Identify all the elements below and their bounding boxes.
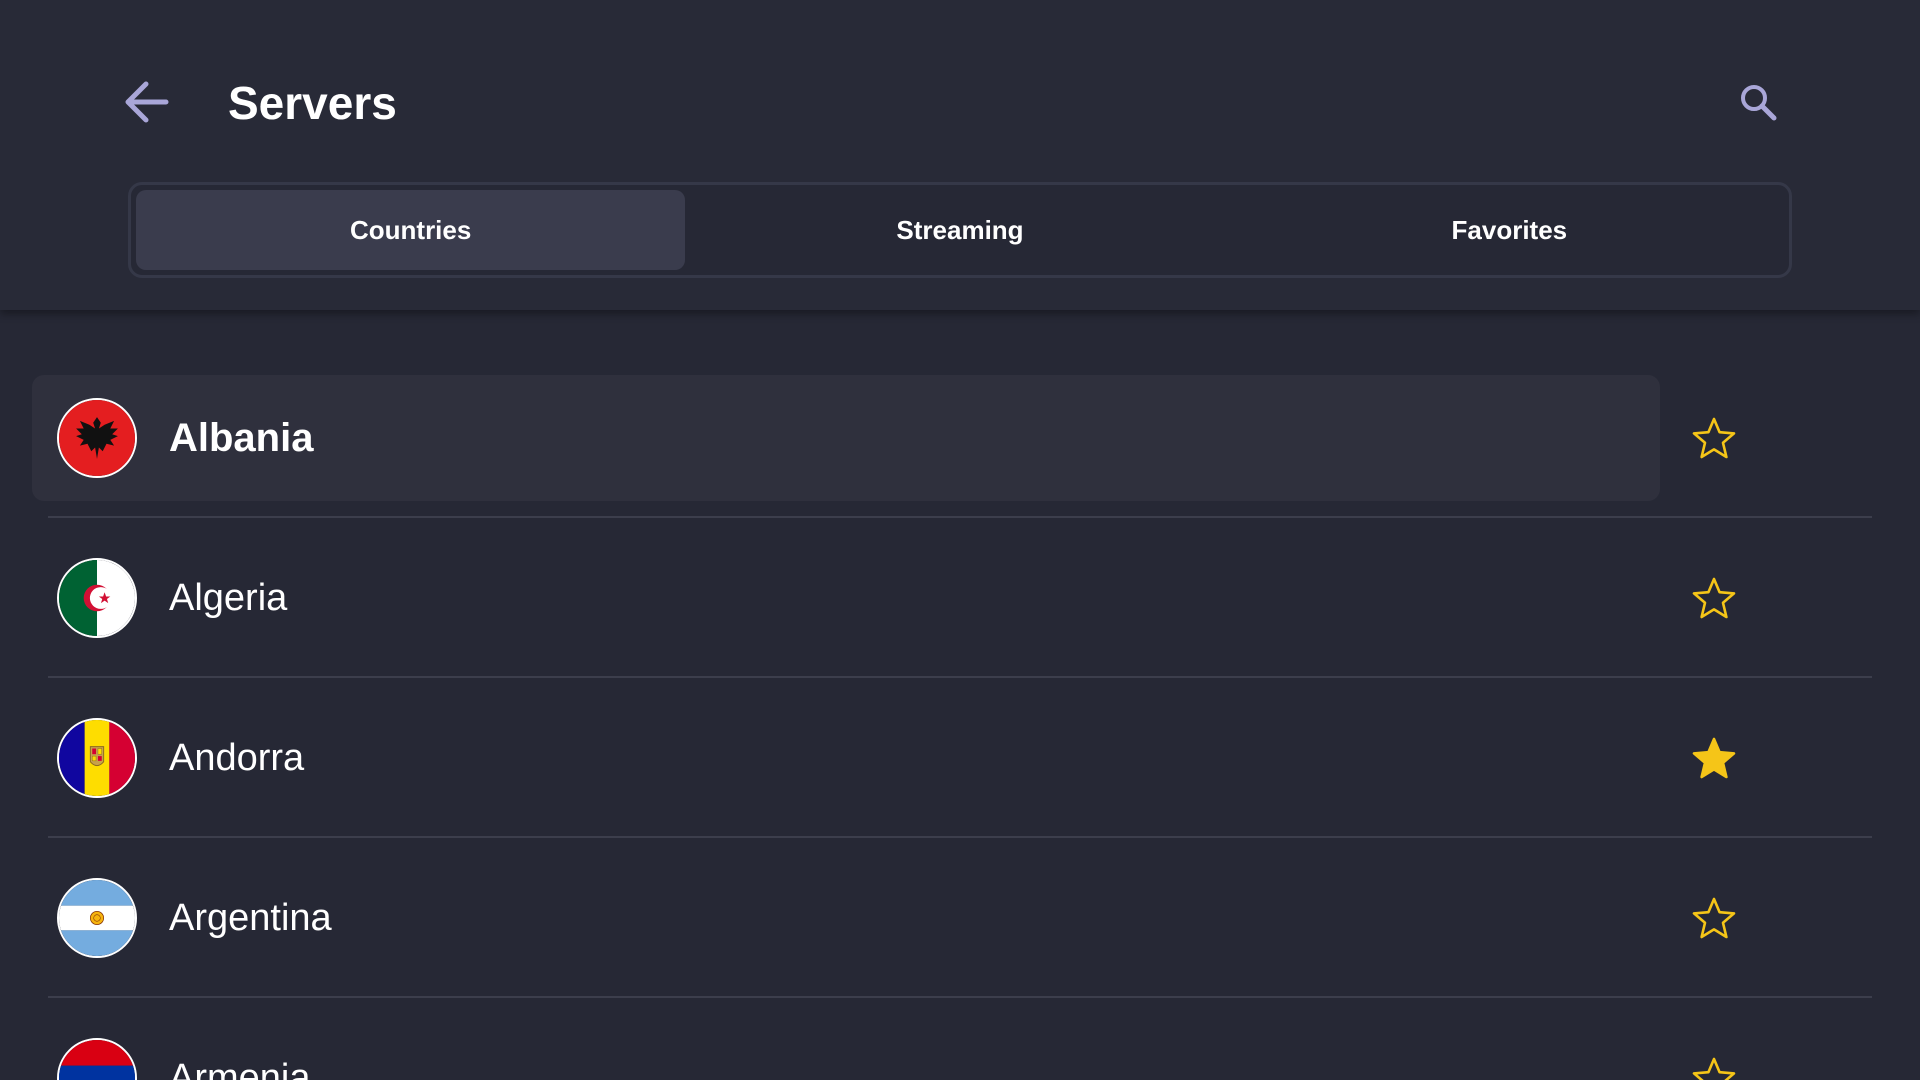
favorite-toggle[interactable] <box>1688 412 1740 464</box>
favorite-toggle[interactable] <box>1688 1052 1740 1080</box>
star-outline-icon <box>1692 417 1736 459</box>
favorite-toggle[interactable] <box>1688 892 1740 944</box>
tab-favorites[interactable]: Favorites <box>1235 190 1784 270</box>
tab-countries[interactable]: Countries <box>136 190 686 270</box>
country-name: Andorra <box>169 737 305 779</box>
favorite-toggle[interactable] <box>1688 732 1740 784</box>
country-name: Algeria <box>169 577 288 619</box>
search-icon <box>1741 85 1777 121</box>
favorite-toggle[interactable] <box>1688 572 1740 624</box>
country-list: Albania Algeria Andorra Argentina Armeni… <box>0 310 1920 1080</box>
andorra-flag-icon <box>57 718 137 798</box>
server-tabs: Countries Streaming Favorites <box>128 182 1792 278</box>
list-item[interactable]: Albania <box>0 310 1920 501</box>
search-button[interactable] <box>1730 76 1786 128</box>
country-name: Albania <box>169 416 314 460</box>
country-name: Argentina <box>169 897 332 939</box>
algeria-flag-icon <box>57 558 137 638</box>
star-outline-icon <box>1692 577 1736 619</box>
country-name: Armenia <box>169 1057 311 1080</box>
top-bar: Servers Countries Streaming Favorites <box>0 0 1920 310</box>
list-item[interactable]: Argentina <box>0 790 1920 958</box>
star-filled-icon <box>1692 737 1736 779</box>
albania-flag-icon <box>57 398 137 478</box>
argentina-flag-icon <box>57 878 137 958</box>
list-item[interactable]: Armenia <box>0 950 1920 1080</box>
tab-streaming[interactable]: Streaming <box>685 190 1234 270</box>
armenia-flag-icon <box>57 1038 137 1080</box>
list-item[interactable]: Andorra <box>0 630 1920 798</box>
list-item[interactable]: Algeria <box>0 470 1920 638</box>
star-outline-icon <box>1692 897 1736 939</box>
page-title: Servers <box>228 77 397 129</box>
back-button[interactable] <box>118 76 174 128</box>
star-outline-icon <box>1692 1057 1736 1080</box>
arrow-left-icon <box>125 81 169 123</box>
